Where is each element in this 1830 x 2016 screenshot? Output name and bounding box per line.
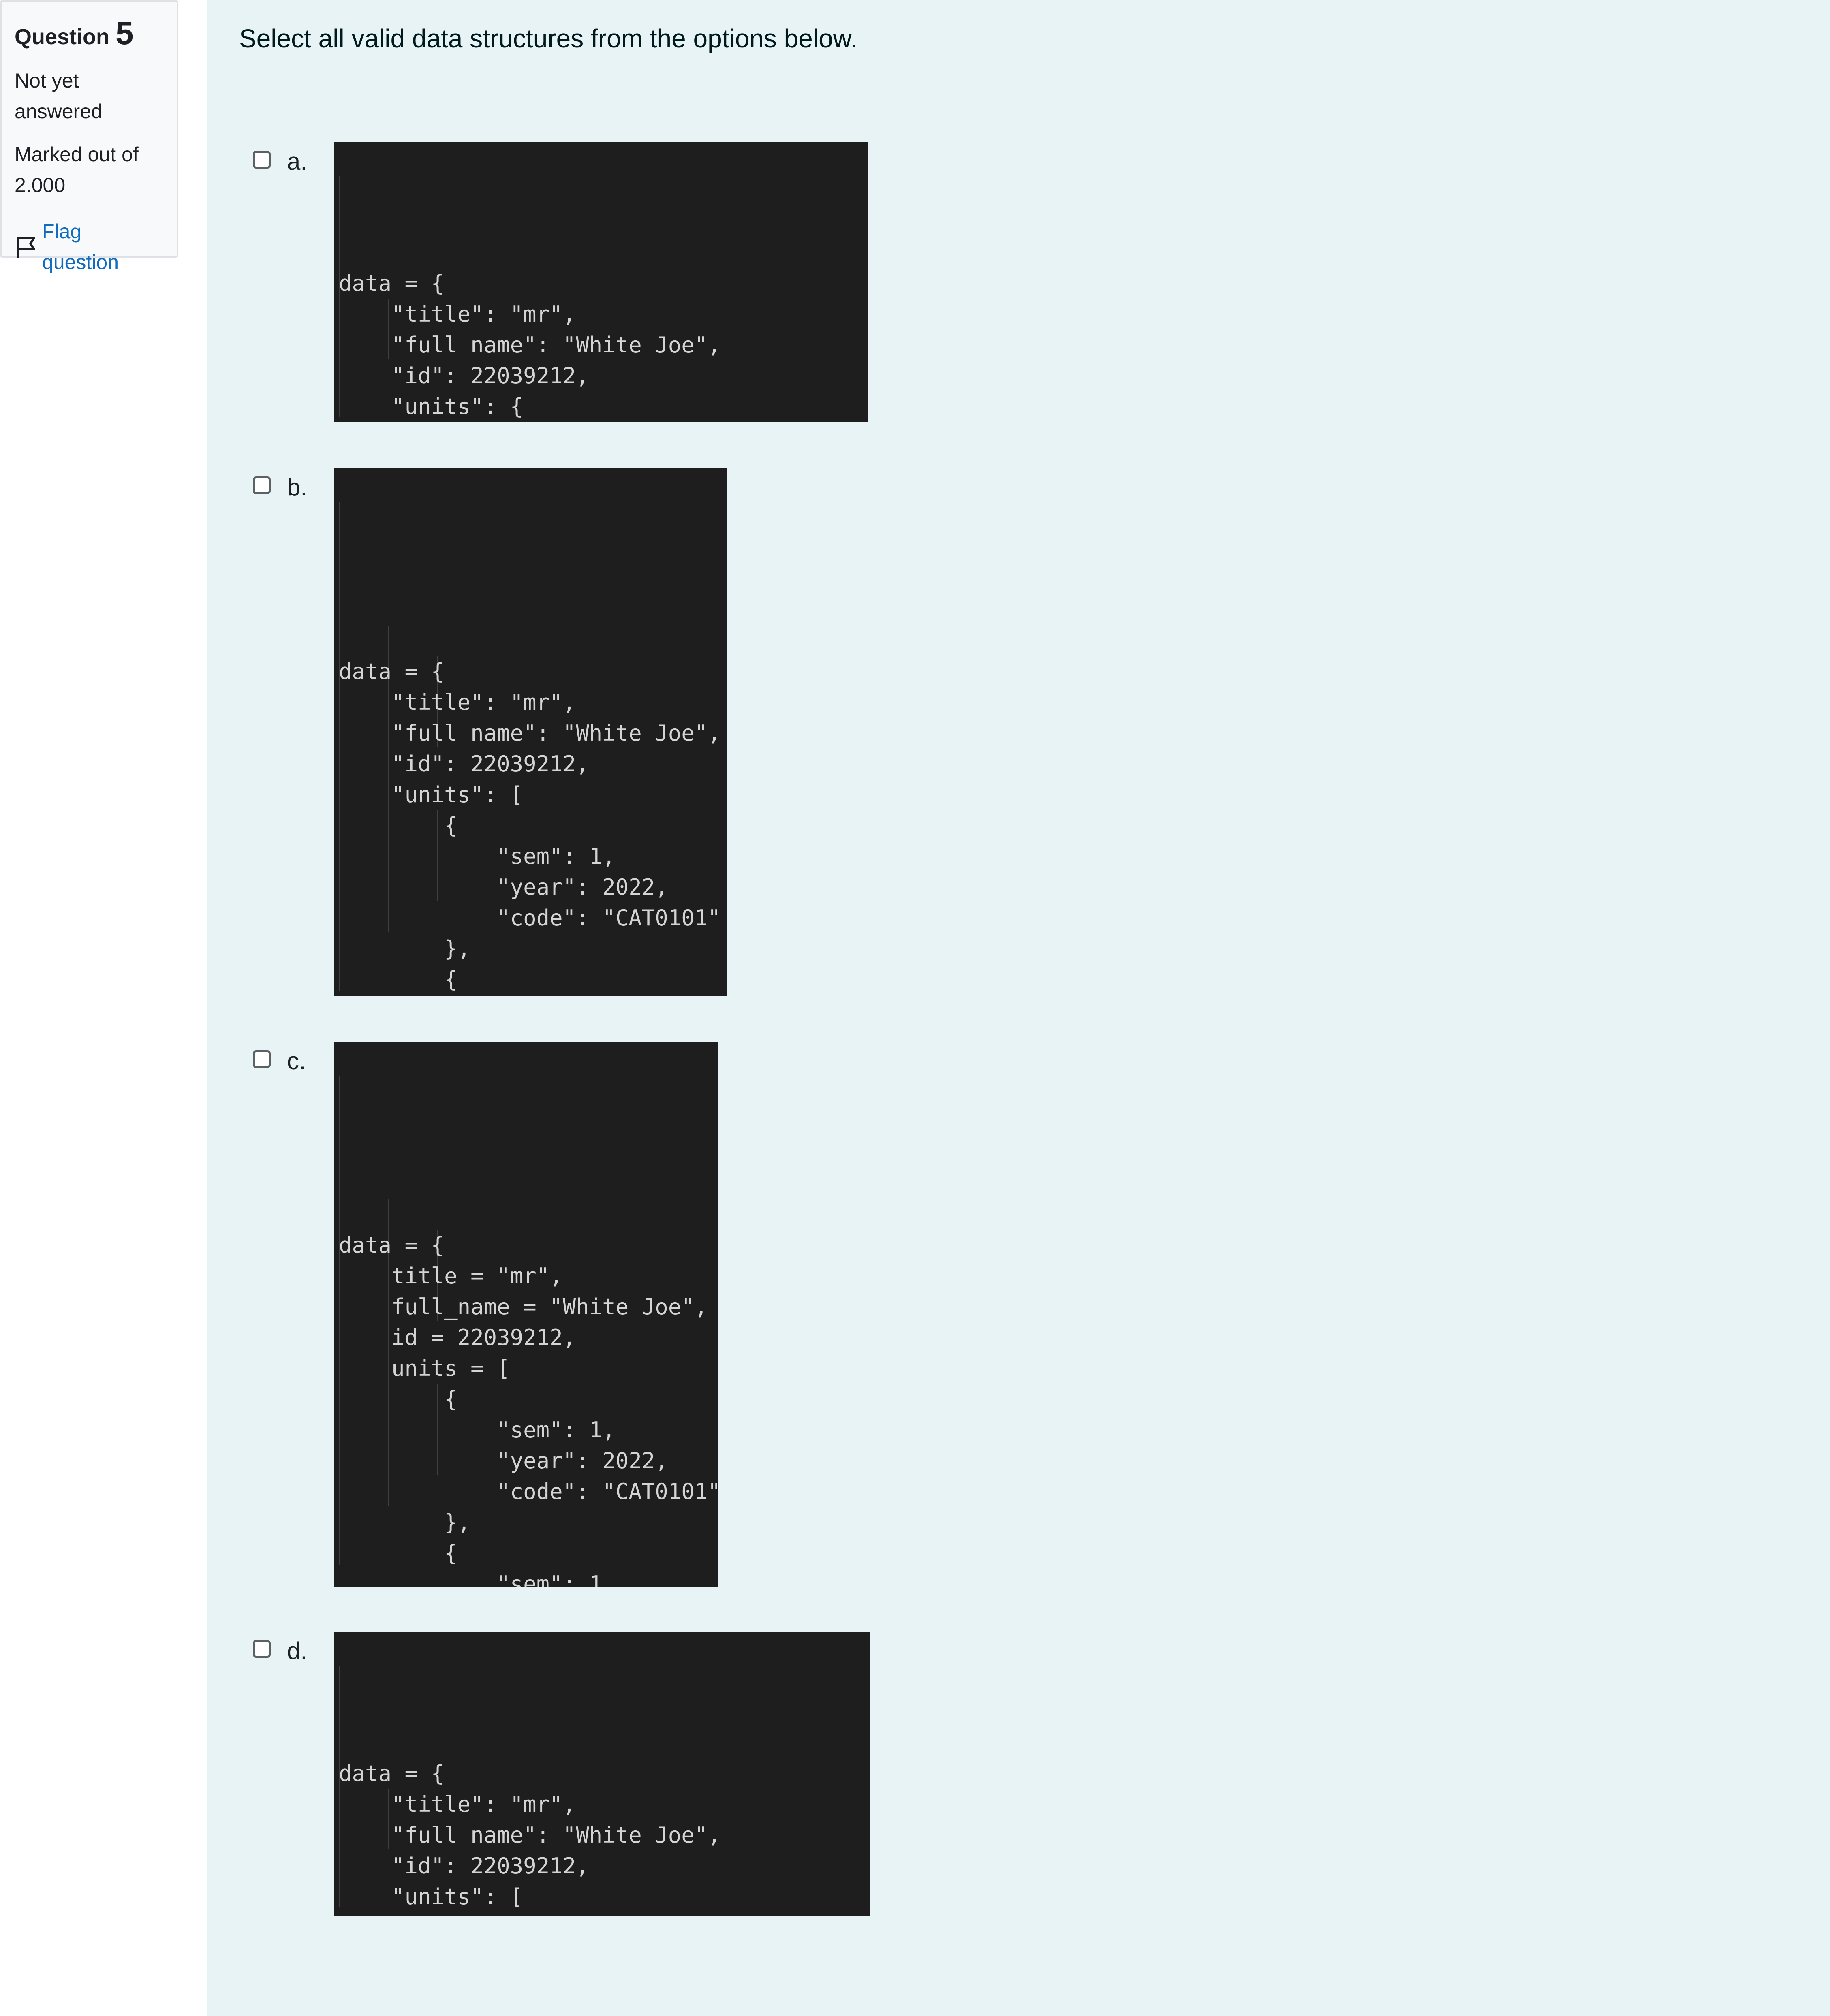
code-line: "units": [ (339, 1884, 524, 1909)
option-c-checkbox[interactable] (253, 1050, 271, 1068)
code-line: "code": "CAT0101" (339, 1479, 718, 1504)
code-line: "title": "mr", (339, 301, 576, 327)
question-content: Select all valid data structures from th… (207, 0, 1830, 2016)
option-c-letter: c. (287, 1047, 306, 1074)
code-line: }, (339, 1510, 471, 1535)
code-line: "full name": "White Joe", (339, 720, 721, 746)
code-line: "full name": "White Joe", (339, 332, 721, 358)
question-state: Not yet answered (15, 69, 103, 123)
code-line: { (339, 1540, 458, 1566)
question-text: Select all valid data structures from th… (239, 24, 858, 53)
question-info-panel: Question 5 Not yet answered Marked out o… (0, 0, 178, 273)
option-b-checkbox[interactable] (253, 476, 271, 494)
option-d-code-image: data = { "title": "mr", "full name": "Wh… (334, 1632, 870, 1916)
code-line: "year": 2022, (339, 874, 668, 900)
code-line: "id": 22039212, (339, 363, 589, 389)
code-line: "title": "mr", (339, 1792, 576, 1817)
code-line: title = "mr", (339, 1263, 563, 1289)
code-line: { (339, 1386, 458, 1412)
code-line: { (339, 967, 458, 992)
code-line: data = { (339, 659, 445, 684)
code-line: "sem": 1, (339, 844, 616, 869)
flag-question-label: Flag question (42, 220, 119, 273)
option-b-code-image: data = { "title": "mr", "full name": "Wh… (334, 468, 727, 996)
code-line: "year": 2022, (339, 1448, 668, 1474)
code-line: full_name = "White Joe", (339, 1294, 708, 1320)
code-line: data = { (339, 1761, 445, 1786)
code-line: "sem": 1, (339, 1417, 616, 1443)
question-label: Question (15, 25, 110, 49)
code-line: "id": 22039212, (339, 1853, 589, 1879)
option-a-checkbox[interactable] (253, 151, 271, 169)
option-a-letter: a. (287, 148, 308, 175)
code-line: data = { (339, 271, 445, 296)
code-line: { (339, 813, 458, 838)
code-line: id = 22039212, (339, 1325, 576, 1350)
option-b-letter: b. (287, 474, 308, 501)
code-line: "units": { (339, 394, 524, 419)
question-number-heading: Question 5 (15, 14, 164, 56)
option-c-code-image: data = { title = "mr", full_name = "Whit… (334, 1042, 718, 1587)
question-number: 5 (115, 15, 134, 51)
flag-question-link[interactable]: Flag question (15, 216, 164, 278)
code-line: "units": [ (339, 782, 524, 807)
question-grade: Marked out of 2.000 (15, 143, 139, 196)
code-line: "sem": 1, (339, 1571, 616, 1587)
option-a-code-image: data = { "title": "mr", "full name": "Wh… (334, 142, 868, 422)
code-line: "sem": 1, (339, 995, 727, 996)
code-line: }, (339, 936, 471, 961)
option-d-letter: d. (287, 1637, 308, 1664)
code-line: "2022-S1": ["CAT0101", "CAT0103"], (339, 1912, 870, 1916)
option-d-checkbox[interactable] (253, 1640, 271, 1658)
code-line: data = { (339, 1232, 445, 1258)
code-line: units = [ (339, 1356, 510, 1381)
flag-icon (17, 237, 35, 258)
code-line: "id": 22039212, (339, 751, 589, 777)
code-line: "full name": "White Joe", (339, 1822, 721, 1848)
code-line: "title": "mr", (339, 690, 576, 715)
code-line: "code": "CAT0101" (339, 905, 721, 931)
